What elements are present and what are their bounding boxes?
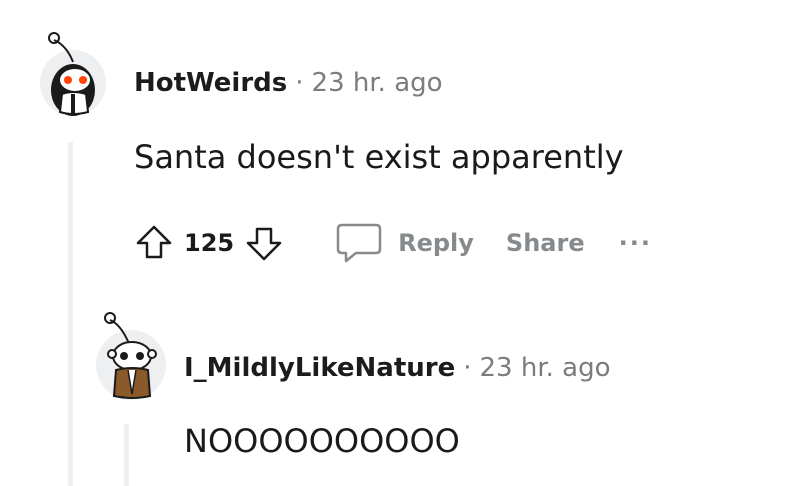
- reply-avatar[interactable]: [96, 312, 166, 400]
- timestamp[interactable]: 23 hr. ago: [312, 68, 443, 98]
- vote-score: 125: [184, 229, 235, 257]
- reply-button[interactable]: Reply: [334, 221, 474, 265]
- meta-separator: ·: [463, 353, 472, 383]
- reply-meta: I_MildlyLikeNature · 23 hr. ago: [184, 353, 611, 383]
- comment-body: Santa doesn't exist apparently: [134, 138, 624, 176]
- speech-bubble-icon: [334, 221, 384, 265]
- reply-timestamp[interactable]: 23 hr. ago: [480, 353, 611, 383]
- reply-label: Reply: [398, 229, 474, 257]
- thread-line-reply[interactable]: [124, 424, 129, 486]
- more-options-button[interactable]: ···: [619, 229, 652, 257]
- comment-meta: HotWeirds · 23 hr. ago: [134, 68, 443, 98]
- reply-body: NOOOOOOOOOO: [184, 422, 460, 460]
- thread-line-main[interactable]: [68, 142, 73, 486]
- reply-username[interactable]: I_MildlyLikeNature: [184, 353, 455, 383]
- share-button[interactable]: Share: [506, 229, 585, 257]
- meta-separator: ·: [295, 68, 304, 98]
- arrow-down-icon[interactable]: [244, 223, 284, 263]
- avatar[interactable]: [40, 32, 106, 116]
- arrow-up-icon[interactable]: [134, 223, 174, 263]
- comment-actions: 125 Reply Share ···: [134, 218, 652, 268]
- username[interactable]: HotWeirds: [134, 68, 287, 98]
